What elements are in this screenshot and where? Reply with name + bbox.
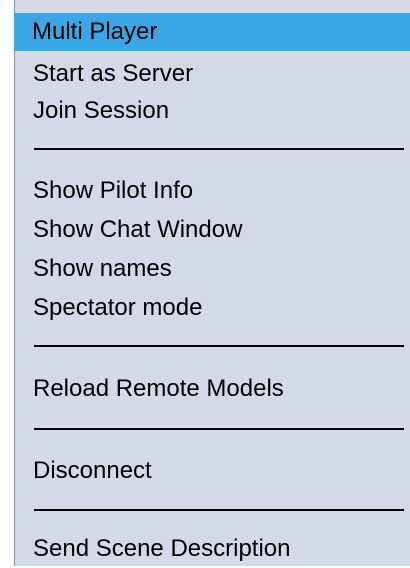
menu-separator: [34, 345, 404, 347]
menu-item-reload-remote-models[interactable]: Reload Remote Models: [15, 370, 410, 408]
menu-item-disconnect[interactable]: Disconnect: [15, 452, 410, 490]
multiplayer-menu: Multi Player Start as Server Join Sessio…: [14, 0, 410, 566]
menu-separator: [34, 428, 404, 430]
menu-item-show-names[interactable]: Show names: [15, 250, 410, 288]
menu-item-send-scene-description[interactable]: Send Scene Description: [15, 530, 410, 568]
menu-item-show-pilot-info[interactable]: Show Pilot Info: [15, 172, 410, 210]
menu-separator: [34, 148, 404, 150]
menu-item-start-as-server[interactable]: Start as Server: [15, 55, 410, 93]
menu-item-spectator-mode[interactable]: Spectator mode: [15, 289, 410, 327]
menu-separator: [34, 509, 404, 511]
menu-item-join-session[interactable]: Join Session: [15, 92, 410, 130]
menu-item-show-chat-window[interactable]: Show Chat Window: [15, 211, 410, 249]
menu-header-multi-player: Multi Player: [14, 13, 410, 51]
